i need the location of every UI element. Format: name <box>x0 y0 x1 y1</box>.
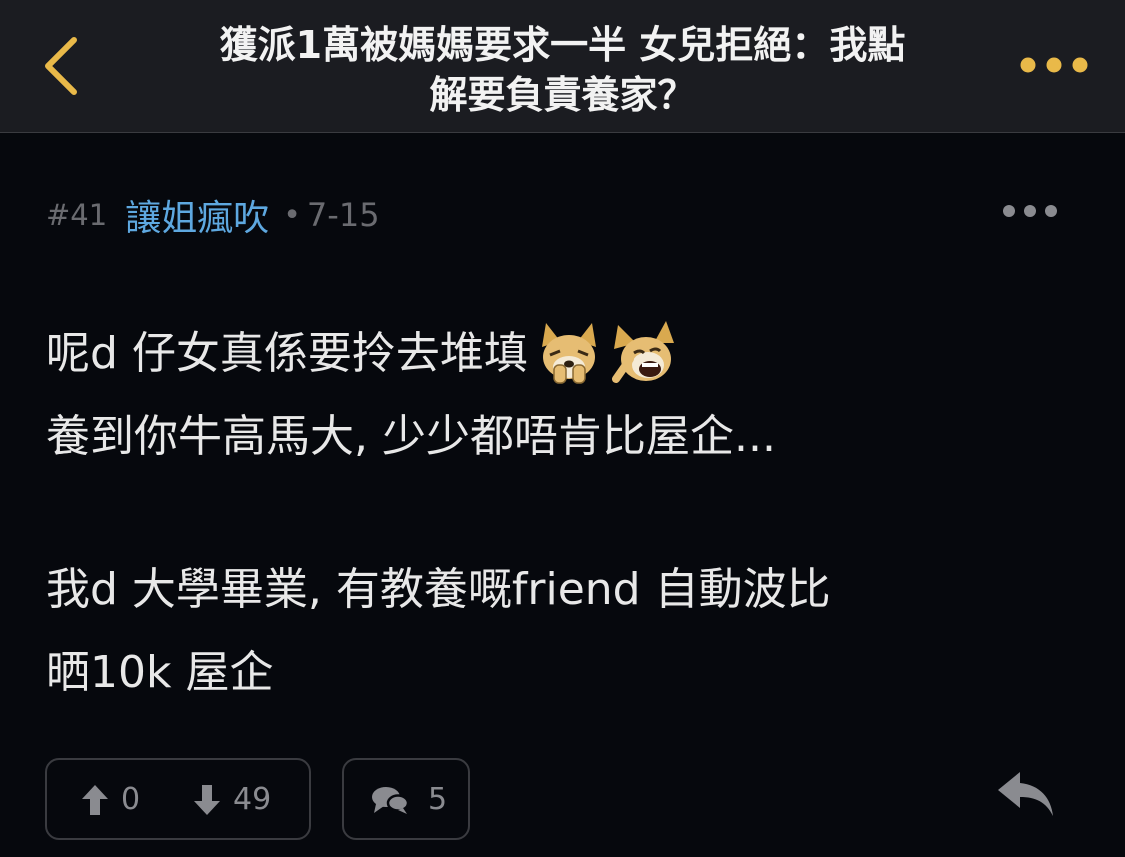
upvote-button[interactable]: 0 <box>81 782 140 817</box>
chevron-left-icon <box>45 37 77 95</box>
more-horizontal-icon <box>1003 205 1057 217</box>
vote-box: 0 49 <box>45 758 311 840</box>
post-text-line4: 晒10k 屋企 <box>46 647 274 698</box>
post-date: 7-15 <box>306 196 380 234</box>
reply-count-button[interactable]: 5 <box>342 758 470 840</box>
downvote-button[interactable]: 49 <box>193 782 271 817</box>
post-text-line3: 我d 大學畢業, 有教養嘅friend 自動波比 <box>46 564 831 615</box>
thread-page: 獲派1萬被媽媽要求一半 女兒拒絕：我點 解要負責養家？ #41 讓姐瘋吹 • 7… <box>0 0 1125 857</box>
post-line: 養到你牛高馬大, 少少都唔肯比屋企... <box>46 395 1086 478</box>
post-line: 我d 大學畢業, 有教養嘅friend 自動波比 <box>46 548 1086 631</box>
dog-laughing-emoji <box>610 319 676 389</box>
reply-count-value: 5 <box>428 782 448 817</box>
arrow-up-icon <box>82 784 108 815</box>
post-floor-number: #41 <box>46 198 108 232</box>
reply-count: 5 <box>370 782 447 817</box>
post-meta: #41 讓姐瘋吹 • 7-15 <box>46 190 380 240</box>
reply-button[interactable] <box>996 768 1056 822</box>
post-more-button[interactable] <box>1000 200 1060 222</box>
thread-title: 獲派1萬被媽媽要求一半 女兒拒絕：我點 解要負責養家？ <box>130 20 995 120</box>
dog-facepalm-emoji <box>536 319 602 389</box>
thread-title-line2: 解要負責養家？ <box>429 73 696 117</box>
thread-title-line1: 獲派1萬被媽媽要求一半 女兒拒絕：我點 <box>219 23 906 67</box>
post-author[interactable]: 讓姐瘋吹 <box>125 189 269 241</box>
thread-header: 獲派1萬被媽媽要求一半 女兒拒絕：我點 解要負責養家？ <box>0 0 1125 133</box>
more-horizontal-icon <box>1020 57 1088 73</box>
comment-bubbles-icon <box>372 786 410 814</box>
post-line: 晒10k 屋企 <box>46 631 1086 714</box>
thread-more-button[interactable] <box>1016 52 1092 78</box>
reply-arrow-icon <box>998 772 1053 816</box>
arrow-down-icon <box>194 784 220 815</box>
post-text-line1: 呢d 仔女真係要拎去堆填 <box>46 328 528 379</box>
downvote-count: 49 <box>233 782 272 817</box>
post-text-line2: 養到你牛高馬大, 少少都唔肯比屋企... <box>46 411 776 462</box>
post-line: 呢d 仔女真係要拎去堆填 <box>46 312 1086 395</box>
meta-separator: • <box>283 197 301 233</box>
back-button[interactable] <box>38 34 86 98</box>
post-content: 呢d 仔女真係要拎去堆填 養到你牛高馬大, 少少都唔肯比屋企... 我d 大學畢… <box>46 312 1086 714</box>
upvote-count: 0 <box>121 782 141 817</box>
